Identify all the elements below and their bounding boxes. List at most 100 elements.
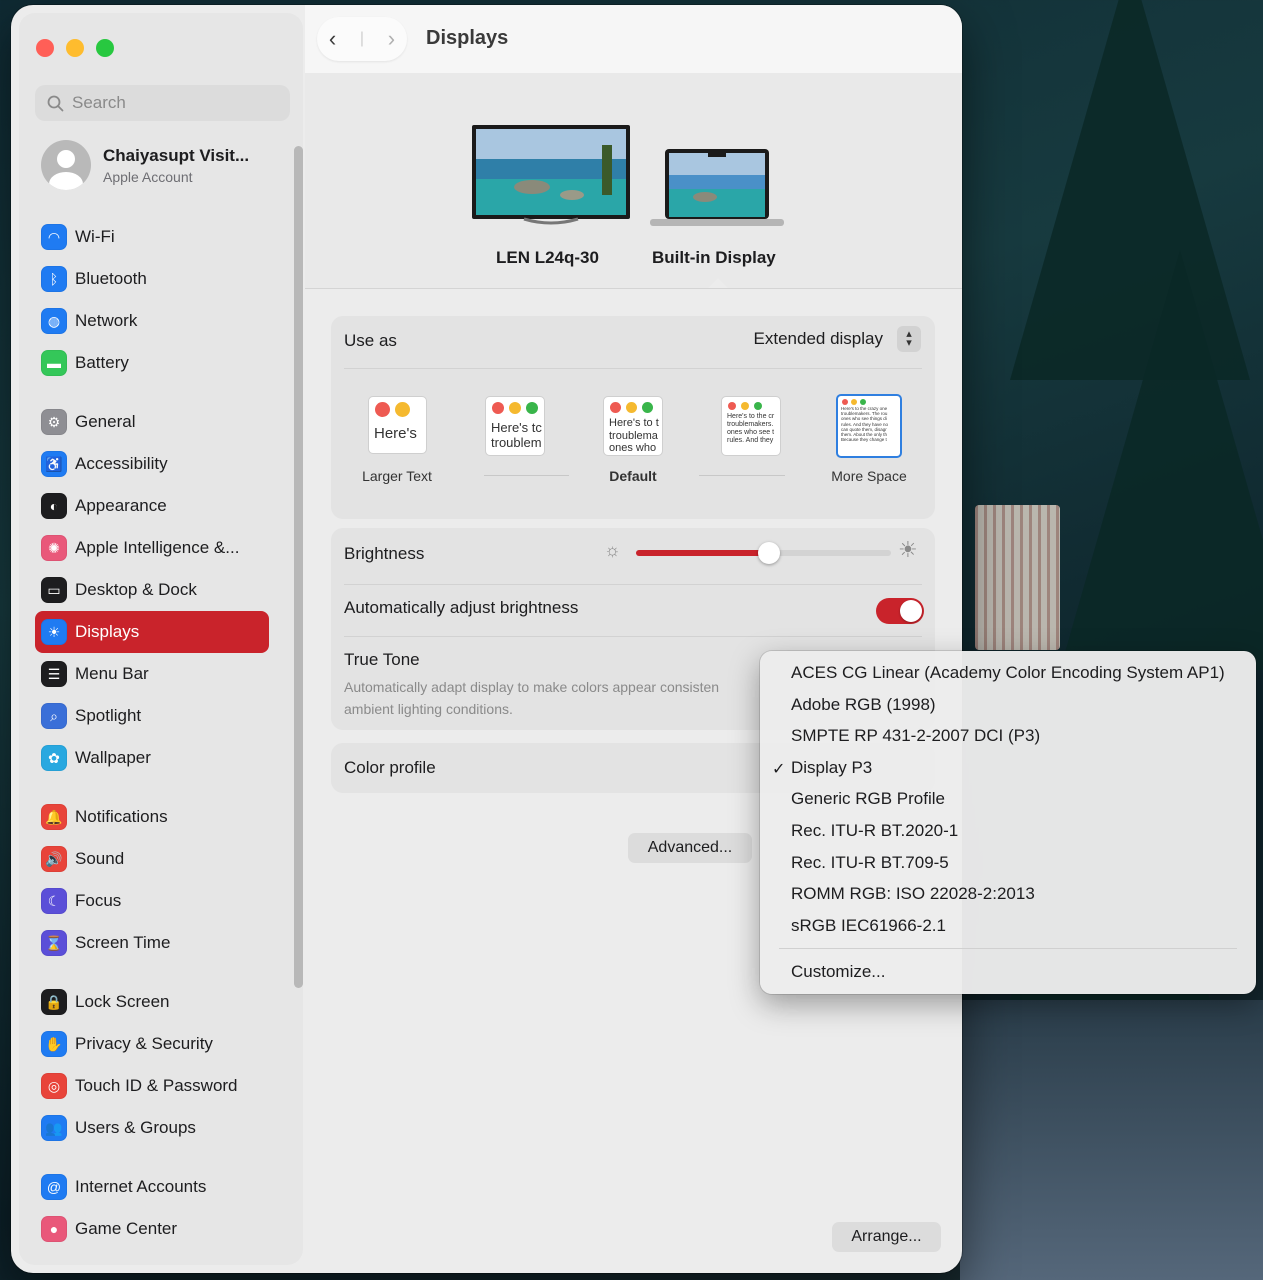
appearance-icon: ◐ (41, 493, 67, 519)
close-button[interactable] (36, 39, 54, 57)
sidebar-item-privacy-security[interactable]: ✋ Privacy & Security (35, 1023, 269, 1065)
sidebar-item-label: Focus (75, 891, 122, 910)
sidebar-item-notifications[interactable]: 🔔 Notifications (35, 796, 269, 838)
more-space-label: More Space (831, 468, 907, 484)
menu-item-color-profile[interactable]: ROMM RGB: ISO 22028-2:2013 (791, 884, 1035, 904)
brightness-knob[interactable] (757, 542, 780, 564)
resolution-default[interactable]: Here's to t troublema ones who (603, 396, 663, 456)
checkmark-icon: ✓ (772, 760, 786, 778)
sidebar-item-label: Desktop & Dock (75, 580, 197, 599)
accessibility-icon: ♿ (41, 451, 67, 477)
thumb-text: Here's to the cr (727, 413, 775, 420)
resolution-larger-text[interactable]: Here's (368, 396, 427, 454)
sidebar-item-game-center[interactable]: ● Game Center (35, 1208, 269, 1250)
sidebar-item-label: Notifications (75, 807, 168, 826)
speaker-icon: 🔊 (41, 846, 67, 872)
page-title: Displays (426, 27, 509, 49)
search-input[interactable]: Search (35, 85, 290, 121)
menu-item-color-profile[interactable]: Adobe RGB (1998) (791, 695, 936, 715)
sidebar-item-label: Accessibility (75, 454, 168, 473)
minimize-button[interactable] (66, 39, 84, 57)
sidebar-item-battery[interactable]: ▬ Battery (35, 342, 269, 384)
avatar (41, 140, 91, 190)
advanced-button[interactable]: Advanced... (628, 833, 752, 863)
default-label: Default (609, 468, 657, 484)
sidebar-item-bluetooth[interactable]: ᛒ Bluetooth (35, 258, 269, 300)
sidebar-item-apple-intelligence[interactable]: ✺ Apple Intelligence &... (35, 527, 269, 569)
thumb-text: troublema (609, 429, 658, 442)
thumb-text: Here's tc (491, 420, 542, 435)
sidebar-item-network[interactable]: ◍ Network (35, 300, 269, 342)
sidebar-item-label: Menu Bar (75, 664, 149, 683)
thumb-text: Here's (374, 425, 417, 442)
true-tone-desc-line: ambient lighting conditions. (344, 701, 513, 717)
auto-brightness-toggle[interactable] (876, 598, 924, 624)
globe-icon: ◍ (41, 308, 67, 334)
system-settings-window: Search Chaiyasupt Visit... Apple Account… (11, 5, 962, 1273)
display-arrangement: LEN L24q-30 Built-in Display (305, 73, 962, 289)
users-icon: 👥 (41, 1115, 67, 1141)
sidebar-item-desktop-dock[interactable]: ▭ Desktop & Dock (35, 569, 269, 611)
account-subtitle: Apple Account (103, 168, 193, 185)
lantern-sign (975, 505, 1060, 650)
external-monitor-thumbnail[interactable] (472, 125, 632, 235)
sidebar-item-accessibility[interactable]: ♿ Accessibility (35, 443, 269, 485)
sun-icon: ☀ (41, 619, 67, 645)
sidebar-item-menu-bar[interactable]: ☰ Menu Bar (35, 653, 269, 695)
color-profile-menu: Customize... ACES CG Linear (Academy Col… (760, 651, 1256, 994)
menu-item-color-profile[interactable]: SMPTE RP 431-2-2007 DCI (P3) (791, 726, 1040, 746)
menu-item-color-profile[interactable]: sRGB IEC61966-2.1 (791, 916, 946, 936)
main-pane: ‹ | › Displays LEN L24q-30 Built-in Disp… (305, 5, 962, 1273)
sidebar-item-sound[interactable]: 🔊 Sound (35, 838, 269, 880)
menu-item-color-profile[interactable]: Rec. ITU-R BT.709-5 (791, 853, 949, 873)
sidebar-item-label: Displays (75, 622, 140, 641)
menu-separator (779, 948, 1237, 949)
resolution-more-space[interactable]: Here's to the crazy one troublemakers. Th… (836, 394, 902, 458)
arrange-button[interactable]: Arrange... (832, 1222, 941, 1252)
sidebar-item-wi-fi[interactable]: ◠ Wi-Fi (35, 216, 269, 258)
sidebar-item-general[interactable]: ⚙ General (35, 401, 269, 443)
sidebar-item-label: Apple Intelligence &... (75, 538, 240, 557)
menu-item-color-profile[interactable]: Rec. ITU-R BT.2020-1 (791, 821, 958, 841)
sidebar-item-internet-accounts[interactable]: @ Internet Accounts (35, 1166, 269, 1208)
color-profile-label: Color profile (344, 758, 436, 777)
sidebar-item-screen-time[interactable]: ⌛ Screen Time (35, 922, 269, 964)
builtin-display-thumbnail[interactable] (650, 149, 784, 236)
sidebar-scrollbar[interactable] (294, 146, 303, 988)
hourglass-icon: ⌛ (41, 930, 67, 956)
sun-low-icon: ☼ (604, 540, 621, 560)
back-chevron-icon[interactable]: ‹ (329, 26, 336, 52)
resolution-option-2[interactable]: Here's tc troublem (485, 396, 545, 456)
selected-display-indicator (708, 278, 728, 288)
menu-item-customize[interactable]: Customize... (791, 962, 885, 982)
menu-item-color-profile[interactable]: ACES CG Linear (Academy Color Encoding S… (791, 663, 1225, 683)
resolution-option-4[interactable]: Here's to the cr troublemakers. ones who s… (721, 396, 781, 456)
apple-account[interactable]: Chaiyasupt Visit... Apple Account (41, 140, 249, 190)
use-as-popup[interactable]: Extended display ▴ ▾ (754, 326, 921, 352)
sidebar-item-lock-screen[interactable]: 🔒 Lock Screen (35, 981, 269, 1023)
sidebar-item-users-groups[interactable]: 👥 Users & Groups (35, 1107, 269, 1149)
bluetooth-icon: ᛒ (41, 266, 67, 292)
gamecenter-icon: ● (41, 1216, 67, 1242)
sidebar-item-spotlight[interactable]: ⌕ Spotlight (35, 695, 269, 737)
sidebar-item-wallpaper[interactable]: ✿ Wallpaper (35, 737, 269, 779)
search-icon (47, 95, 64, 111)
search-placeholder: Search (72, 93, 126, 112)
thumb-text: rules. And they (727, 437, 774, 445)
forward-chevron-icon[interactable]: › (388, 26, 395, 52)
menu-item-color-profile[interactable]: Display P3 (791, 758, 872, 778)
resolution-tick (484, 475, 569, 476)
thumb-text: ones who see t (727, 429, 775, 437)
at-icon: @ (41, 1174, 67, 1200)
zoom-button[interactable] (96, 39, 114, 57)
wifi-icon: ◠ (41, 224, 67, 250)
auto-brightness-label: Automatically adjust brightness (344, 598, 579, 617)
sidebar-item-focus[interactable]: ☾ Focus (35, 880, 269, 922)
sidebar-item-touch-id-password[interactable]: ◎ Touch ID & Password (35, 1065, 269, 1107)
fingerprint-icon: ◎ (41, 1073, 67, 1099)
brightness-slider[interactable] (636, 542, 891, 564)
brightness-fill (636, 550, 769, 556)
menu-item-color-profile[interactable]: Generic RGB Profile (791, 789, 945, 809)
sidebar-item-displays[interactable]: ☀ Displays (35, 611, 269, 653)
sidebar-item-appearance[interactable]: ◐ Appearance (35, 485, 269, 527)
